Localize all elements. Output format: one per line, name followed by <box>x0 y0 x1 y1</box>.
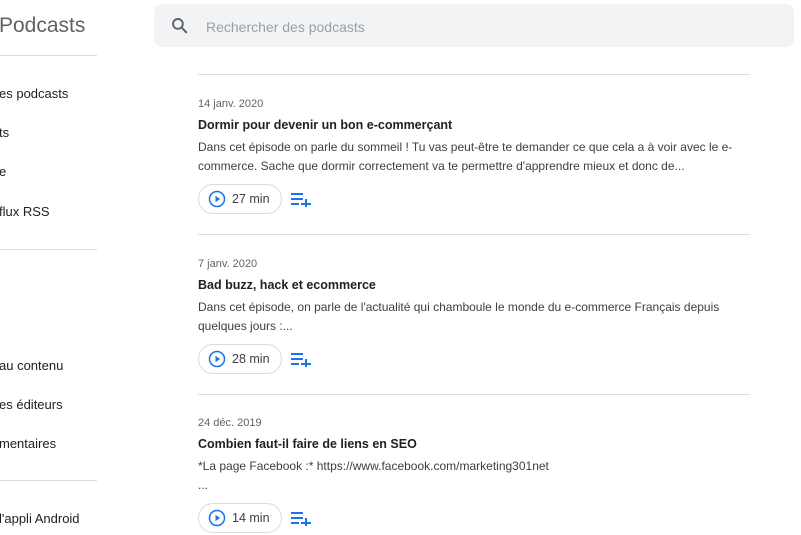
add-to-queue-icon[interactable] <box>291 351 311 367</box>
episode-divider <box>198 234 750 235</box>
episode-description: Dans cet épisode on parle du sommeil ! T… <box>198 140 733 173</box>
sidebar-divider <box>0 55 97 56</box>
episode-actions: 14 min <box>198 503 758 535</box>
episode-actions: 27 min <box>198 184 758 216</box>
search-icon[interactable] <box>170 16 189 35</box>
episode-title[interactable]: Combien faut-il faire de liens en SEO <box>198 436 758 452</box>
episode-actions: 28 min <box>198 344 758 376</box>
episode-duration: 14 min <box>232 511 270 525</box>
episode-divider <box>198 74 750 75</box>
episode-description: *La page Facebook :* https://www.faceboo… <box>198 459 549 492</box>
sidebar-item-comments[interactable]: mentaires <box>0 436 56 451</box>
episode-title[interactable]: Dormir pour devenir un bon e-commerçant <box>198 117 758 133</box>
sidebar-divider <box>0 249 97 250</box>
episode-date: 7 janv. 2020 <box>198 258 258 270</box>
sidebar-item-publishers[interactable]: es éditeurs <box>0 397 63 412</box>
episode-item: 7 janv. 2020 Bad buzz, hack et ecommerce… <box>198 257 758 376</box>
episode-date: 14 janv. 2020 <box>198 98 264 110</box>
sidebar-divider <box>0 480 97 481</box>
episode-item: 14 janv. 2020 Dormir pour devenir un bon… <box>198 97 758 216</box>
episode-item: 24 déc. 2019 Combien faut-il faire de li… <box>198 416 758 535</box>
episode-title[interactable]: Bad buzz, hack et ecommerce <box>198 277 758 293</box>
add-to-queue-icon[interactable] <box>291 191 311 207</box>
search-bar[interactable] <box>154 4 794 49</box>
sidebar-item-my-podcasts[interactable]: es podcasts <box>0 86 68 101</box>
play-circle-icon <box>208 509 226 527</box>
sidebar-item-android-app[interactable]: l'appli Android <box>0 511 80 526</box>
episode-description: Dans cet épisode, on parle de l'actualit… <box>198 300 720 333</box>
app-title: Podcasts <box>0 14 86 37</box>
play-circle-icon <box>208 350 226 368</box>
sidebar-item-2[interactable]: ts <box>0 125 9 140</box>
episode-duration: 27 min <box>232 192 270 206</box>
search-input[interactable] <box>204 4 768 49</box>
play-button[interactable]: 27 min <box>198 184 282 214</box>
sidebar-item-content[interactable]: au contenu <box>0 358 63 373</box>
play-circle-icon <box>208 190 226 208</box>
episode-date: 24 déc. 2019 <box>198 417 262 429</box>
sidebar-item-3[interactable]: e <box>0 164 6 179</box>
add-to-queue-icon[interactable] <box>291 510 311 526</box>
play-button[interactable]: 28 min <box>198 344 282 374</box>
sidebar: Podcasts es podcasts ts e flux RSS au co… <box>0 0 97 531</box>
episode-divider <box>198 394 750 395</box>
play-button[interactable]: 14 min <box>198 503 282 533</box>
sidebar-item-rss-feed[interactable]: flux RSS <box>0 204 50 219</box>
episode-duration: 28 min <box>232 352 270 366</box>
